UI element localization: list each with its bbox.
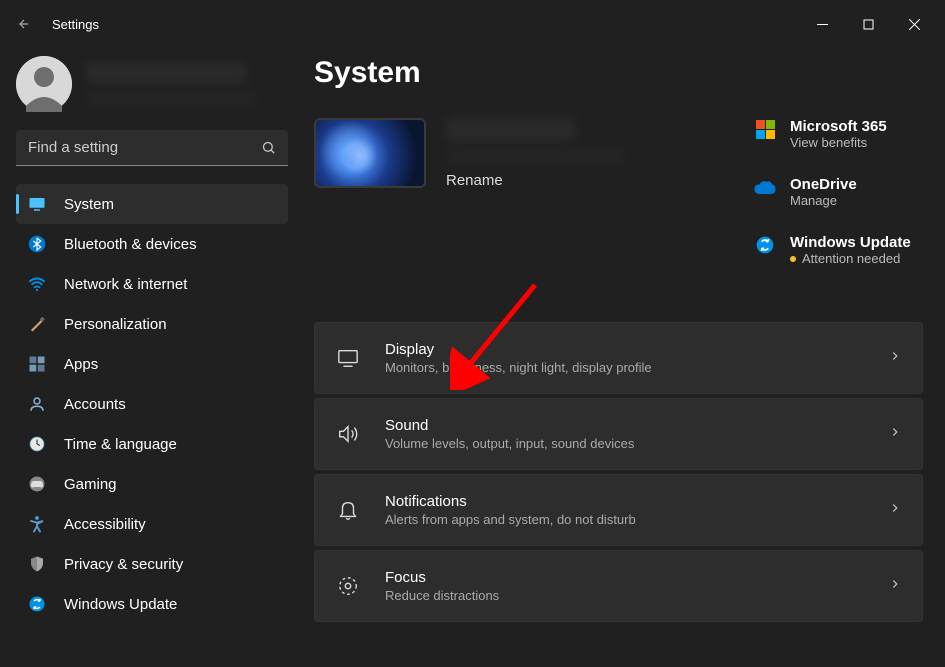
nav-personalization[interactable]: Personalization <box>16 304 288 344</box>
pc-name <box>446 118 576 142</box>
nav-label: Apps <box>64 356 98 373</box>
update-icon <box>754 234 776 256</box>
item-title: Sound <box>385 417 888 434</box>
page-title: System <box>314 56 945 90</box>
clock-icon <box>26 433 48 455</box>
nav-system[interactable]: System <box>16 184 288 224</box>
wifi-icon <box>26 273 48 295</box>
card-title: Microsoft 365 <box>790 118 887 135</box>
focus-icon <box>335 573 361 599</box>
search-input[interactable] <box>16 130 288 166</box>
back-button[interactable] <box>8 8 40 40</box>
gamepad-icon <box>26 473 48 495</box>
bluetooth-icon <box>26 233 48 255</box>
main-content: System Rename Microsoft 365View benefits… <box>300 48 945 667</box>
display-icon <box>335 345 361 371</box>
nav-label: Accounts <box>64 396 126 413</box>
item-sub: Alerts from apps and system, do not dist… <box>385 512 888 527</box>
nav-privacy[interactable]: Privacy & security <box>16 544 288 584</box>
card-sub: View benefits <box>790 135 887 150</box>
accessibility-icon <box>26 513 48 535</box>
item-sub: Volume levels, output, input, sound devi… <box>385 436 888 451</box>
user-account-block[interactable] <box>16 56 288 112</box>
item-title: Focus <box>385 569 888 586</box>
item-sub: Reduce distractions <box>385 588 888 603</box>
update-icon <box>26 593 48 615</box>
search-icon <box>261 140 276 160</box>
item-title: Display <box>385 341 888 358</box>
nav-label: Accessibility <box>64 516 146 533</box>
maximize-button[interactable] <box>845 8 891 40</box>
microsoft-logo-icon <box>754 118 776 140</box>
nav-update[interactable]: Windows Update <box>16 584 288 624</box>
item-focus[interactable]: Focus Reduce distractions <box>314 550 923 622</box>
pc-model <box>446 148 626 164</box>
nav-accounts[interactable]: Accounts <box>16 384 288 424</box>
card-sub: Attention needed <box>790 251 911 266</box>
nav-time[interactable]: Time & language <box>16 424 288 464</box>
pc-info-block: Rename <box>314 118 754 292</box>
card-microsoft-365[interactable]: Microsoft 365View benefits <box>754 118 939 150</box>
attention-dot-icon <box>790 256 796 262</box>
user-email <box>86 90 256 106</box>
window-controls <box>799 8 937 40</box>
sound-icon <box>335 421 361 447</box>
nav-bluetooth[interactable]: Bluetooth & devices <box>16 224 288 264</box>
nav-label: Windows Update <box>64 596 177 613</box>
pc-thumbnail <box>314 118 426 188</box>
brush-icon <box>26 313 48 335</box>
rename-link[interactable]: Rename <box>446 172 626 189</box>
bell-icon <box>335 497 361 523</box>
nav-apps[interactable]: Apps <box>16 344 288 384</box>
chevron-right-icon <box>888 501 902 520</box>
card-title: Windows Update <box>790 234 911 251</box>
user-name <box>86 62 246 84</box>
shield-icon <box>26 553 48 575</box>
close-button[interactable] <box>891 8 937 40</box>
chevron-right-icon <box>888 577 902 596</box>
sidebar: System Bluetooth & devices Network & int… <box>0 48 300 667</box>
nav-label: System <box>64 196 114 213</box>
titlebar: Settings <box>0 0 945 48</box>
item-sub: Monitors, brightness, night light, displ… <box>385 360 888 375</box>
nav-gaming[interactable]: Gaming <box>16 464 288 504</box>
card-windows-update[interactable]: Windows UpdateAttention needed <box>754 234 939 266</box>
nav-accessibility[interactable]: Accessibility <box>16 504 288 544</box>
item-sound[interactable]: Sound Volume levels, output, input, sound… <box>314 398 923 470</box>
monitor-icon <box>26 193 48 215</box>
chevron-right-icon <box>888 349 902 368</box>
app-title: Settings <box>52 17 99 32</box>
minimize-button[interactable] <box>799 8 845 40</box>
apps-icon <box>26 353 48 375</box>
settings-list: Display Monitors, brightness, night light… <box>314 322 945 622</box>
card-title: OneDrive <box>790 176 857 193</box>
item-notifications[interactable]: Notifications Alerts from apps and system… <box>314 474 923 546</box>
item-title: Notifications <box>385 493 888 510</box>
nav-label: Personalization <box>64 316 167 333</box>
nav-label: Gaming <box>64 476 117 493</box>
search-box[interactable] <box>16 130 288 166</box>
onedrive-icon <box>754 176 776 198</box>
person-icon <box>26 393 48 415</box>
card-onedrive[interactable]: OneDriveManage <box>754 176 939 208</box>
nav-label: Network & internet <box>64 276 187 293</box>
nav-list: System Bluetooth & devices Network & int… <box>16 184 288 624</box>
nav-label: Time & language <box>64 436 177 453</box>
card-sub: Manage <box>790 193 857 208</box>
nav-label: Bluetooth & devices <box>64 236 197 253</box>
avatar <box>16 56 72 112</box>
item-display[interactable]: Display Monitors, brightness, night light… <box>314 322 923 394</box>
nav-label: Privacy & security <box>64 556 183 573</box>
nav-network[interactable]: Network & internet <box>16 264 288 304</box>
chevron-right-icon <box>888 425 902 444</box>
